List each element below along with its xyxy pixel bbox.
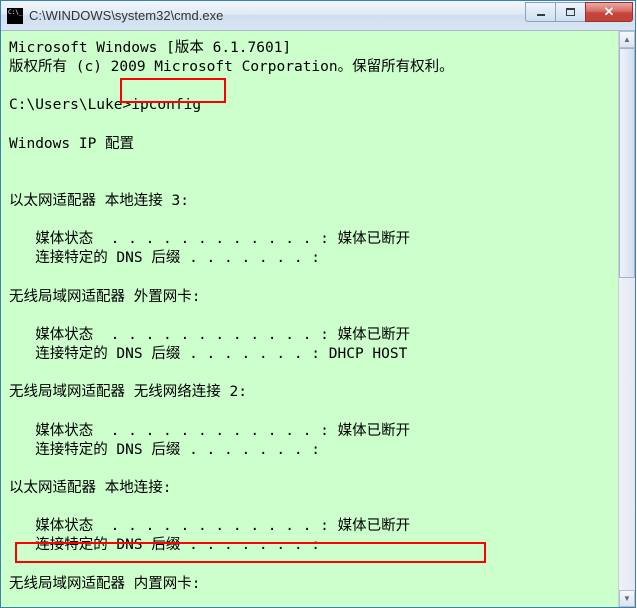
maximize-button[interactable] [555, 2, 585, 22]
chevron-up-icon: ▲ [623, 35, 631, 44]
close-button[interactable]: ✕ [585, 2, 633, 22]
command-text: ipconfig [131, 97, 201, 113]
maximize-icon [566, 8, 575, 16]
cmd-icon [7, 8, 23, 24]
cmd-window: C:\WINDOWS\system32\cmd.exe ✕ Microsoft … [0, 0, 636, 608]
adapter-line-value: 媒体已断开 [338, 231, 411, 247]
adapter-line-label: 媒体状态 . . . . . . . . . . . . : [9, 327, 338, 343]
adapter-line-value: 媒体已断开 [338, 423, 411, 439]
adapter-line-label: 媒体状态 . . . . . . . . . . . . : [9, 518, 338, 534]
adapter-line-label: 媒体状态 . . . . . . . . . . . . : [9, 423, 338, 439]
adapter-title: 无线局域网适配器 内置网卡: [9, 576, 200, 592]
window-title: C:\WINDOWS\system32\cmd.exe [29, 8, 525, 23]
minimize-icon [537, 14, 545, 16]
adapter-title: 无线局域网适配器 无线网络连接 2: [9, 384, 247, 400]
adapter-line-label: 连接特定的 DNS 后缀 . . . . . . . : [9, 442, 329, 458]
close-icon: ✕ [604, 4, 615, 20]
adapter-line-label: 连接特定的 DNS 后缀 . . . . . . . : [9, 250, 329, 266]
adapter-title: 以太网适配器 本地连接 3: [9, 193, 189, 209]
adapter-line-value: DHCP HOST [329, 346, 408, 362]
console-output[interactable]: Microsoft Windows [版本 6.1.7601] 版权所有 (c)… [1, 31, 635, 607]
chevron-down-icon: ▼ [623, 594, 631, 603]
adapter-title: 以太网适配器 本地连接: [9, 480, 171, 496]
line-copyright: 版权所有 (c) 2009 Microsoft Corporation。保留所有… [9, 59, 454, 75]
titlebar[interactable]: C:\WINDOWS\system32\cmd.exe ✕ [1, 1, 635, 31]
prompt: C:\Users\Luke> [9, 97, 131, 113]
heading: Windows IP 配置 [9, 136, 134, 152]
adapter-line-label: 连接特定的 DNS 后缀 . . . . . . . : [9, 537, 329, 553]
minimize-button[interactable] [525, 2, 555, 22]
scroll-up-button[interactable]: ▲ [619, 31, 635, 48]
window-controls: ✕ [525, 2, 633, 24]
adapter-line-label: 媒体状态 . . . . . . . . . . . . : [9, 231, 338, 247]
adapter-title: 无线局域网适配器 外置网卡: [9, 289, 200, 305]
scroll-thumb[interactable] [619, 48, 635, 278]
line-version: Microsoft Windows [版本 6.1.7601] [9, 40, 291, 56]
scroll-down-button[interactable]: ▼ [619, 590, 635, 607]
adapter-line-value: 媒体已断开 [338, 518, 411, 534]
adapter-line-label: 连接特定的 DNS 后缀 . . . . . . . : [9, 346, 329, 362]
vertical-scrollbar[interactable]: ▲ ▼ [618, 31, 635, 607]
adapter-line-value: 媒体已断开 [338, 327, 411, 343]
